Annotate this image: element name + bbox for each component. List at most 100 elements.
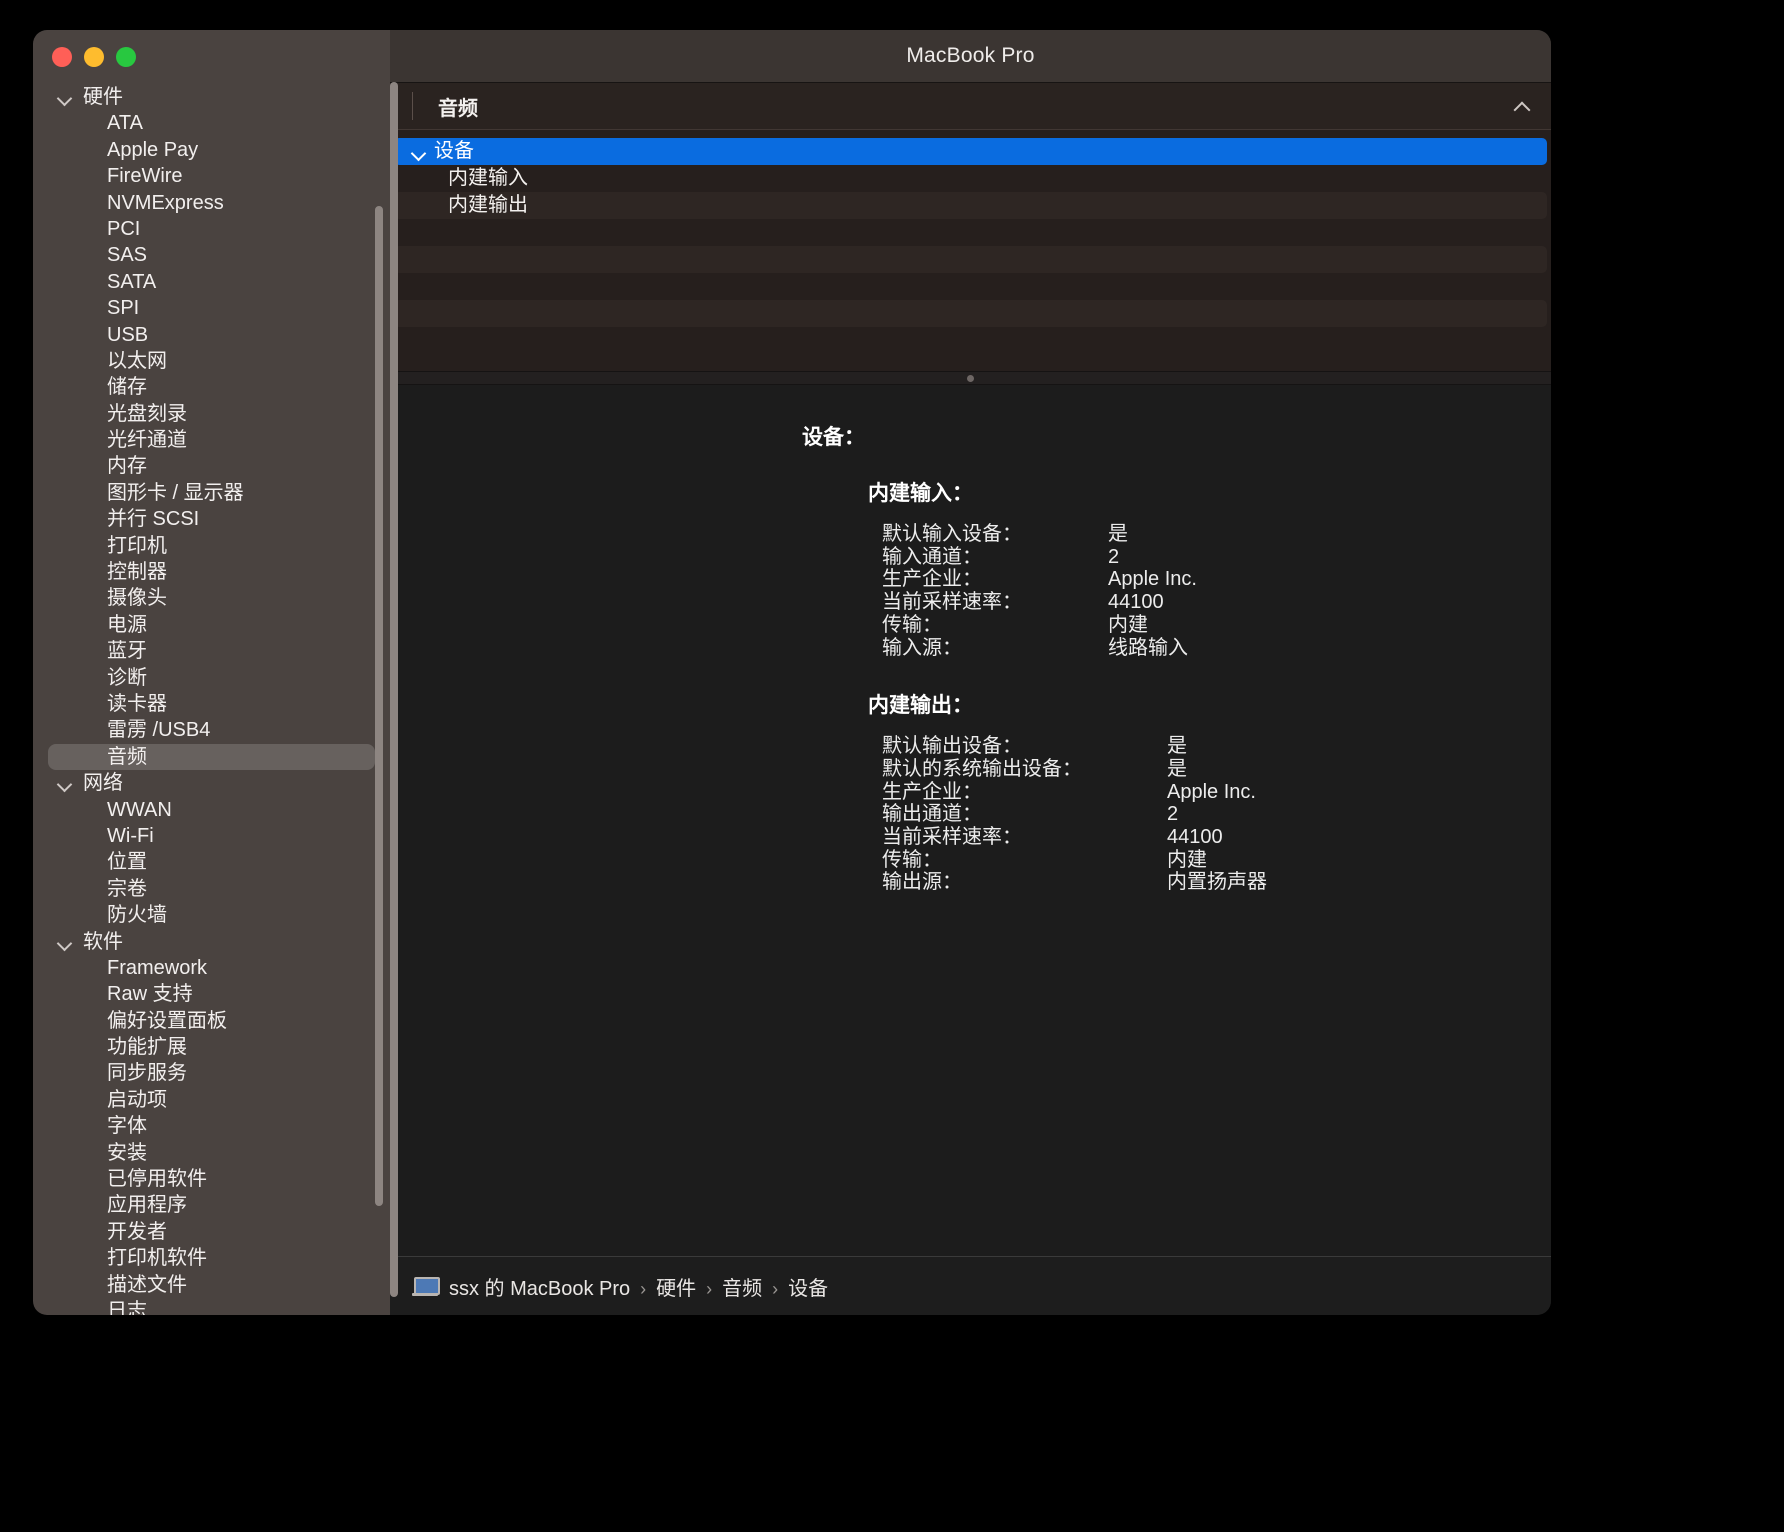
sidebar-group-1[interactable]: 网络 (33, 770, 390, 796)
sidebar-item-光纤通道[interactable]: 光纤通道 (33, 427, 390, 453)
breadcrumb-item[interactable]: ssx 的 MacBook Pro (449, 1278, 630, 1300)
chevron-down-icon[interactable] (408, 141, 430, 163)
sidebar-item-控制器[interactable]: 控制器 (33, 559, 390, 585)
chevron-down-icon[interactable] (55, 773, 75, 793)
sidebar-item-Apple Pay[interactable]: Apple Pay (33, 137, 390, 163)
sidebar-item-WWAN[interactable]: WWAN (33, 797, 390, 823)
sidebar-item-label: 位置 (107, 851, 147, 874)
sidebar-item-label: 字体 (107, 1115, 147, 1138)
sidebar-item-Wi-Fi[interactable]: Wi-Fi (33, 823, 390, 849)
chevron-down-icon[interactable] (55, 932, 75, 952)
sidebar-item-ATA[interactable]: ATA (33, 110, 390, 136)
detail-row: 当前采样速率： 44100 (882, 591, 1551, 614)
sidebar-group-label: 软件 (83, 930, 123, 953)
breadcrumb-bar: ssx 的 MacBook Pro › 硬件 › 音频 › 设备 (390, 1256, 1551, 1315)
sidebar-item-label: 描述文件 (107, 1273, 187, 1296)
detail-key: 传输： (882, 848, 942, 871)
detail-section-body: 默认输入设备： 是输入通道： 2 生产企业： Apple Inc. 当前采样速率： 4410… (390, 523, 1551, 659)
table-row[interactable] (394, 273, 1547, 300)
chevron-down-icon[interactable] (55, 87, 75, 107)
sidebar-item-同步服务[interactable]: 同步服务 (33, 1060, 390, 1086)
breadcrumb-item[interactable]: 音频 (722, 1278, 762, 1300)
sidebar-item-功能扩展[interactable]: 功能扩展 (33, 1034, 390, 1060)
sidebar-item-蓝牙[interactable]: 蓝牙 (33, 638, 390, 664)
sidebar-item-label: 同步服务 (107, 1062, 187, 1085)
detail-row: 默认输入设备： 是 (882, 523, 1551, 546)
sidebar-group-2[interactable]: 软件 (33, 929, 390, 955)
sidebar-item-以太网[interactable]: 以太网 (33, 348, 390, 374)
sidebar-item-音频[interactable]: 音频 (33, 743, 390, 771)
minimize-button[interactable] (84, 47, 104, 67)
table-row[interactable] (394, 300, 1547, 327)
detail-key: 默认输入设备： (882, 523, 1022, 545)
breadcrumb-item[interactable]: 硬件 (656, 1278, 696, 1300)
content-scrollbar[interactable] (390, 82, 398, 1297)
sidebar-item-打印机软件[interactable]: 打印机软件 (33, 1245, 390, 1271)
sidebar-item-label: ATA (107, 112, 143, 135)
sidebar-item-label: 开发者 (107, 1220, 167, 1243)
detail-value: 44100 (1108, 591, 1164, 614)
sidebar-item-SAS[interactable]: SAS (33, 242, 390, 268)
table-row[interactable]: 内建输出 (394, 192, 1547, 219)
sidebar-item-启动项[interactable]: 启动项 (33, 1087, 390, 1113)
sidebar-item-读卡器[interactable]: 读卡器 (33, 691, 390, 717)
sidebar-item-字体[interactable]: 字体 (33, 1113, 390, 1139)
pane-splitter[interactable] (390, 371, 1551, 385)
sidebar-item-日志[interactable]: 日志 (33, 1298, 390, 1315)
breadcrumb-item[interactable]: 设备 (788, 1278, 828, 1300)
sidebar-item-开发者[interactable]: 开发者 (33, 1219, 390, 1245)
splitter-grip[interactable] (967, 374, 974, 382)
sidebar-item-图形卡 / 显示器[interactable]: 图形卡 / 显示器 (33, 480, 390, 506)
sidebar-item-宗卷[interactable]: 宗卷 (33, 876, 390, 902)
detail-row: 生产企业： Apple Inc. (882, 568, 1551, 591)
sidebar-item-USB[interactable]: USB (33, 322, 390, 348)
detail-key: 输入源： (882, 636, 962, 659)
sidebar-item-雷雳 /USB4[interactable]: 雷雳 /USB4 (33, 717, 390, 743)
detail-value: Apple Inc. (1108, 568, 1197, 591)
sidebar-item-已停用软件[interactable]: 已停用软件 (33, 1166, 390, 1192)
window-traffic-lights (52, 47, 136, 67)
column-divider (412, 92, 413, 120)
sidebar-item-Framework[interactable]: Framework (33, 955, 390, 981)
sidebar-item-FireWire[interactable]: FireWire (33, 163, 390, 189)
device-table-rows: 设备 内建输入 内建输出 (390, 130, 1551, 371)
sidebar-item-电源[interactable]: 电源 (33, 612, 390, 638)
sidebar-item-应用程序[interactable]: 应用程序 (33, 1192, 390, 1218)
sidebar-item-诊断[interactable]: 诊断 (33, 665, 390, 691)
sidebar-item-偏好设置面板[interactable]: 偏好设置面板 (33, 1008, 390, 1034)
sidebar-item-PCI[interactable]: PCI (33, 216, 390, 242)
sidebar-item-防火墙[interactable]: 防火墙 (33, 902, 390, 928)
table-row[interactable]: 内建输入 (394, 165, 1547, 192)
table-row[interactable] (394, 219, 1547, 246)
detail-key: 生产企业： (882, 780, 982, 803)
sidebar-scrollbar[interactable] (375, 206, 383, 1206)
table-row[interactable] (394, 246, 1547, 273)
table-row[interactable]: 设备 (394, 138, 1547, 165)
sidebar-item-SATA[interactable]: SATA (33, 269, 390, 295)
sidebar-item-光盘刻录[interactable]: 光盘刻录 (33, 401, 390, 427)
sidebar-item-label: Framework (107, 956, 208, 979)
sidebar-group-0[interactable]: 硬件 (33, 84, 390, 110)
sidebar-item-内存[interactable]: 内存 (33, 453, 390, 479)
chevron-up-icon[interactable] (1515, 103, 1529, 117)
sidebar-item-安装[interactable]: 安装 (33, 1140, 390, 1166)
sidebar-item-打印机[interactable]: 打印机 (33, 533, 390, 559)
detail-key: 默认的系统输出设备： (882, 757, 1082, 780)
sidebar-item-label: 已停用软件 (107, 1168, 207, 1191)
sidebar-item-并行 SCSI[interactable]: 并行 SCSI (33, 506, 390, 532)
sidebar-item-摄像头[interactable]: 摄像头 (33, 585, 390, 611)
sidebar-item-位置[interactable]: 位置 (33, 849, 390, 875)
sidebar-item-描述文件[interactable]: 描述文件 (33, 1272, 390, 1298)
sidebar-item-NVMExpress[interactable]: NVMExpress (33, 190, 390, 216)
sidebar-item-label: 偏好设置面板 (107, 1009, 227, 1032)
table-column-header[interactable]: 音频 (390, 83, 1551, 130)
close-button[interactable] (52, 47, 72, 67)
sidebar-item-label: 启动项 (107, 1088, 167, 1111)
sidebar-item-储存[interactable]: 储存 (33, 374, 390, 400)
sidebar-item-SPI[interactable]: SPI (33, 295, 390, 321)
maximize-button[interactable] (116, 47, 136, 67)
sidebar-item-Raw 支持[interactable]: Raw 支持 (33, 981, 390, 1007)
detail-value: 线路输入 (1108, 636, 1188, 659)
detail-row: 当前采样速率： 44100 (882, 826, 1551, 849)
detail-row: 传输： 内建 (882, 614, 1551, 637)
